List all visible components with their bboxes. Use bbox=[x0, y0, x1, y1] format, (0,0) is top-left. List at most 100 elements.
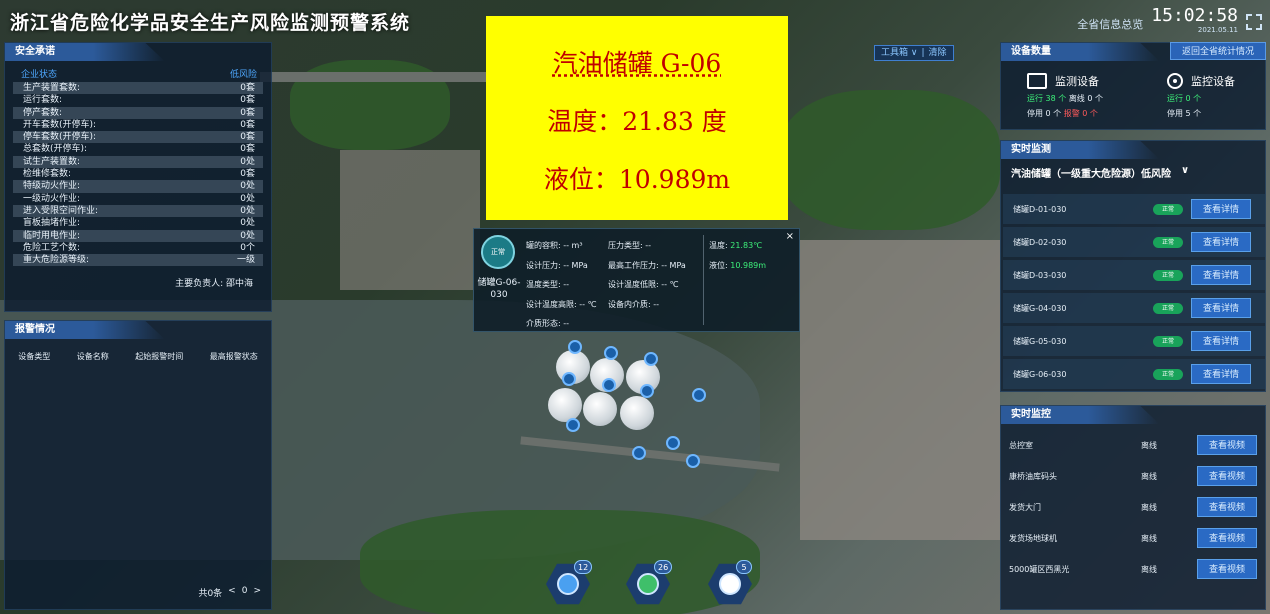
camera-status: 离线 bbox=[1141, 440, 1157, 450]
storage-tank[interactable] bbox=[620, 396, 654, 430]
note-level: 液位：10.989m bbox=[543, 165, 731, 194]
tank-row: 储罐D-02-030 正常 查看详情 bbox=[1003, 227, 1265, 257]
sensor-marker-icon[interactable] bbox=[602, 378, 616, 392]
view-detail-button[interactable]: 查看详情 bbox=[1191, 199, 1251, 219]
status-badge: 正常 bbox=[1153, 269, 1183, 281]
sensor-marker-icon[interactable] bbox=[566, 418, 580, 432]
chart-monitor-icon bbox=[1027, 73, 1047, 89]
stat-label: 生产装置套数: bbox=[23, 83, 81, 93]
temperature-reading: 温度: 21.83℃ bbox=[709, 240, 762, 251]
sensor-marker-icon[interactable] bbox=[692, 388, 706, 402]
close-icon[interactable]: × bbox=[786, 231, 794, 242]
safety-stat-row: 特级动火作业: 0处 bbox=[13, 180, 263, 193]
temperature-type: 温度类型: -- bbox=[526, 280, 570, 289]
camera-row: 总控室 离线 查看视频 bbox=[1009, 434, 1261, 456]
sensor-marker-icon[interactable] bbox=[568, 340, 582, 354]
camera-row: 发货大门 离线 查看视频 bbox=[1009, 496, 1261, 518]
clear-button[interactable]: 清除 bbox=[929, 46, 947, 60]
video-stopped: 停用 5 个 bbox=[1167, 109, 1202, 118]
view-video-button[interactable]: 查看视频 bbox=[1197, 528, 1257, 548]
video-device-title: 监控设备 bbox=[1191, 75, 1235, 88]
tank-name: 储罐G-06-030 bbox=[477, 278, 521, 300]
annotation-note: 汽油储罐 G-06 温度：21.83 度 液位：10.989m bbox=[486, 16, 788, 220]
stat-label: 检维修套数: bbox=[23, 169, 72, 180]
sensor-marker-icon[interactable] bbox=[686, 454, 700, 468]
status-badge: 正常 bbox=[1153, 236, 1183, 248]
tank-name: 储罐G-04-030 bbox=[1013, 303, 1067, 313]
stat-label: 临时用电作业: bbox=[23, 230, 81, 241]
total-count: 共0条 bbox=[198, 589, 223, 599]
view-video-button[interactable]: 查看视频 bbox=[1197, 466, 1257, 486]
view-detail-button[interactable]: 查看详情 bbox=[1191, 331, 1251, 351]
video-running: 运行 0 个 bbox=[1167, 94, 1202, 103]
alarm-table-header: 设备类型 设备名称 起始报警时间 最高报警状态 bbox=[5, 339, 271, 362]
safety-stat-row: 运行套数: 0套 bbox=[13, 94, 263, 106]
tools-dropdown[interactable]: 工具箱 ∨ bbox=[881, 46, 917, 60]
stat-value: 0处 bbox=[240, 218, 255, 229]
status-label: 企业状态 bbox=[21, 70, 58, 80]
tank-name: 储罐G-05-030 bbox=[1013, 336, 1067, 346]
tank-name: 储罐D-03-030 bbox=[1013, 270, 1067, 280]
storage-tank[interactable] bbox=[548, 388, 582, 422]
view-detail-button[interactable]: 查看详情 bbox=[1191, 298, 1251, 318]
monitor-alarm: 报警 0 个 bbox=[1063, 109, 1098, 118]
alarm-panel: 报警情况 设备类型 设备名称 起始报警时间 最高报警状态 共0条 < 0 > bbox=[4, 320, 272, 610]
view-video-button[interactable]: 查看视频 bbox=[1197, 497, 1257, 517]
safety-stat-row: 一级动火作业: 0处 bbox=[13, 193, 263, 205]
hazard-layer-count: 26 bbox=[654, 560, 673, 574]
sensor-marker-icon[interactable] bbox=[640, 384, 654, 398]
column-header: 设备类型 bbox=[18, 352, 51, 361]
panel-title: 实时监测 bbox=[1001, 141, 1160, 159]
view-detail-button[interactable]: 查看详情 bbox=[1191, 364, 1251, 384]
sensor-marker-icon[interactable] bbox=[632, 446, 646, 460]
column-header: 最高报警状态 bbox=[209, 352, 258, 361]
camera-name: 发货大门 bbox=[1009, 502, 1041, 512]
next-page-button[interactable]: > bbox=[253, 586, 261, 599]
note-tank-name: 汽油储罐 G-06 bbox=[552, 49, 722, 78]
camera-status: 离线 bbox=[1141, 533, 1157, 543]
sensor-marker-icon[interactable] bbox=[562, 372, 576, 386]
storage-tank[interactable] bbox=[583, 392, 617, 426]
view-video-button[interactable]: 查看视频 bbox=[1197, 559, 1257, 579]
monitor-device-block: 监测设备 运行 38 个 离线 0 个 停用 0 个 报警 0 个 bbox=[1027, 73, 1103, 119]
camera-name: 总控室 bbox=[1009, 440, 1033, 450]
stat-value: 0处 bbox=[240, 193, 255, 204]
camera-layer-icon bbox=[719, 573, 741, 595]
prev-page-button[interactable]: < bbox=[228, 586, 236, 599]
stat-value: 0套 bbox=[240, 132, 255, 143]
tank-row: 储罐D-03-030 正常 查看详情 bbox=[1003, 260, 1265, 290]
view-detail-button[interactable]: 查看详情 bbox=[1191, 265, 1251, 285]
monitor-device-title: 监测设备 bbox=[1055, 75, 1099, 88]
sensor-marker-icon[interactable] bbox=[644, 352, 658, 366]
fullscreen-icon[interactable] bbox=[1246, 14, 1262, 30]
video-device-block: 监控设备 运行 0 个 停用 5 个 bbox=[1167, 73, 1235, 119]
view-detail-button[interactable]: 查看详情 bbox=[1191, 232, 1251, 252]
stat-label: 特级动火作业: bbox=[23, 181, 81, 192]
note-temperature: 温度：21.83 度 bbox=[547, 107, 727, 136]
tank-group-selector[interactable]: 汽油储罐（一级重大危险源）低风险 ∨ bbox=[1001, 159, 1265, 180]
stat-value: 0套 bbox=[240, 144, 255, 155]
back-to-province-button[interactable]: 返回全省统计情况 bbox=[1170, 42, 1266, 60]
view-video-button[interactable]: 查看视频 bbox=[1197, 435, 1257, 455]
temperature-value: 21.83℃ bbox=[730, 241, 763, 250]
panel-title: 报警情况 bbox=[5, 321, 165, 339]
tank-name: 储罐G-06-030 bbox=[1013, 369, 1067, 379]
safety-stat-row: 停产套数: 0套 bbox=[13, 106, 263, 119]
overview-link[interactable]: 全省信息总览 bbox=[1077, 16, 1143, 32]
stat-label: 运行套数: bbox=[23, 95, 63, 106]
stat-value: 0套 bbox=[240, 107, 255, 118]
design-pressure: 设计压力: -- MPa bbox=[526, 261, 588, 270]
sensor-marker-icon[interactable] bbox=[666, 436, 680, 450]
design-temp-high: 设计温度高限: -- ℃ bbox=[526, 300, 597, 309]
green-area bbox=[780, 90, 1000, 230]
sensor-marker-icon[interactable] bbox=[604, 346, 618, 360]
popup-divider bbox=[703, 235, 704, 325]
status-badge: 正常 bbox=[1153, 203, 1183, 215]
panel-title: 安全承诺 bbox=[5, 43, 165, 61]
status-badge: 正常 bbox=[1153, 335, 1183, 347]
tank-capacity: 罐的容积: -- m³ bbox=[526, 241, 583, 250]
safety-stat-row: 生产装置套数: 0套 bbox=[13, 82, 263, 95]
chevron-down-icon: ∨ bbox=[1181, 165, 1190, 176]
hazard-layer-icon bbox=[637, 573, 659, 595]
stat-value: 0套 bbox=[240, 83, 255, 93]
